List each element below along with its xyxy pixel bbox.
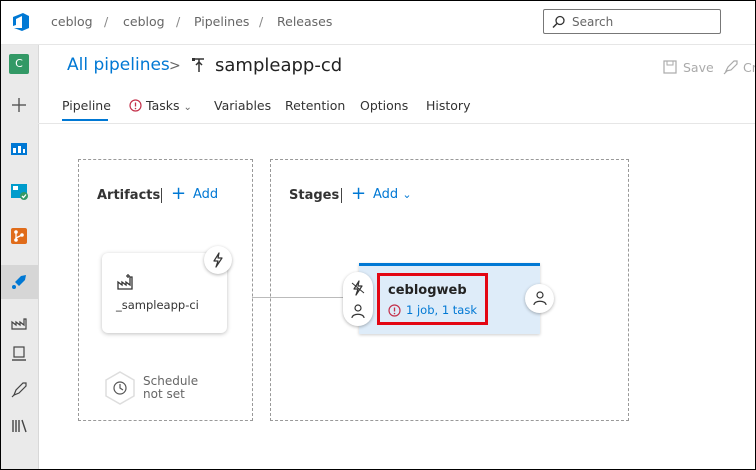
build-artifact-icon — [117, 274, 133, 290]
post-deployment-approvals-button[interactable] — [525, 284, 554, 313]
chevron-down-icon: ⌄ — [402, 188, 412, 201]
continuous-deployment-trigger-button[interactable] — [204, 246, 232, 274]
save-label: Save — [683, 60, 714, 75]
boards-icon[interactable] — [9, 181, 29, 201]
plus-icon: + — [351, 183, 367, 204]
rocket-icon[interactable] — [9, 380, 29, 400]
tab-options[interactable]: Options — [360, 98, 408, 113]
pipelines-icon[interactable] — [9, 272, 29, 292]
test-plans-icon[interactable] — [9, 344, 29, 364]
azure-devops-logo-icon[interactable] — [11, 12, 31, 32]
breadcrumb-releases[interactable]: Releases — [277, 14, 332, 29]
schedule-status-detail: not set — [143, 387, 185, 401]
chevron-down-icon: ⌄ — [183, 102, 192, 113]
top-bar: ceblog / ceblog / Pipelines / Releases S… — [1, 1, 755, 45]
error-icon — [129, 99, 142, 112]
tab-retention[interactable]: Retention — [285, 98, 345, 113]
tab-tasks[interactable]: Tasks ⌄ — [129, 98, 192, 113]
left-nav-rail: C — [1, 45, 39, 469]
stages-title: Stages — [289, 188, 340, 203]
error-icon — [388, 304, 401, 317]
schedule-status: Schedule — [143, 374, 199, 388]
plus-icon: + — [171, 183, 187, 204]
factory-icon[interactable] — [9, 313, 29, 333]
tab-pipeline[interactable]: Pipeline — [62, 98, 111, 113]
app-window: ceblog / ceblog / Pipelines / Releases S… — [0, 0, 756, 470]
search-icon — [552, 15, 565, 29]
breadcrumb-project[interactable]: ceblog — [123, 14, 165, 29]
schedule-clock-icon[interactable] — [104, 371, 136, 405]
tab-tasks-label: Tasks — [146, 98, 180, 113]
stage-job-task-link[interactable]: 1 job, 1 task — [406, 303, 477, 317]
stage-name[interactable]: ceblogweb — [388, 283, 467, 298]
library-icon[interactable] — [9, 416, 29, 436]
rocket-icon — [723, 60, 738, 75]
lightning-icon — [213, 252, 223, 268]
tabs-divider — [38, 123, 755, 124]
all-pipelines-link[interactable]: All pipelines — [67, 55, 170, 75]
project-avatar[interactable]: C — [9, 54, 29, 74]
breadcrumb-pipelines[interactable]: Pipelines — [194, 14, 249, 29]
pipeline-title: sampleapp-cd — [215, 55, 343, 76]
tab-history[interactable]: History — [426, 98, 470, 113]
active-tab-indicator — [62, 119, 108, 121]
overview-icon[interactable] — [9, 139, 29, 159]
person-icon — [351, 304, 365, 319]
repos-icon[interactable] — [9, 226, 29, 246]
pre-deployment-conditions-button[interactable] — [343, 272, 373, 326]
stage-highlight-box — [377, 273, 488, 325]
person-icon — [533, 291, 547, 306]
save-icon — [663, 60, 677, 74]
tab-variables[interactable]: Variables — [214, 98, 271, 113]
chevron-right-icon: > — [169, 58, 181, 74]
release-pipeline-icon — [192, 58, 204, 72]
artifact-name: _sampleapp-ci — [116, 298, 199, 312]
search-input[interactable]: Search — [543, 9, 721, 34]
create-label: Cr — [743, 60, 756, 75]
search-placeholder: Search — [572, 15, 614, 29]
plus-icon[interactable] — [9, 95, 29, 115]
breadcrumb-org[interactable]: ceblog — [51, 14, 93, 29]
artifacts-title: Artifacts — [97, 188, 161, 203]
lightning-icon — [351, 280, 365, 296]
